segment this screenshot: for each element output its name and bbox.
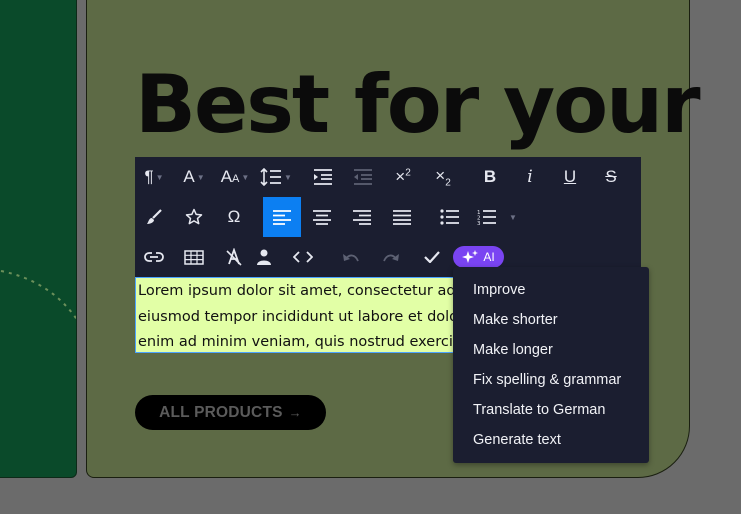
arrow-right-icon: → xyxy=(288,405,302,420)
svg-text:3: 3 xyxy=(477,221,481,225)
dashed-curve-decoration xyxy=(0,270,76,320)
all-products-label: ALL PRODUCTS xyxy=(159,403,283,421)
underline-icon: U xyxy=(563,167,577,186)
insert-link-button[interactable] xyxy=(135,237,173,277)
clear-formatting-icon xyxy=(226,248,242,266)
star-icon xyxy=(185,208,203,225)
menu-item-fix-spelling[interactable]: Fix spelling & grammar xyxy=(453,365,649,395)
font-size-icon: AA xyxy=(220,167,240,186)
special-characters-button[interactable]: Ω xyxy=(215,197,253,237)
align-right-icon xyxy=(353,209,371,225)
outdent-button[interactable] xyxy=(343,157,383,197)
underline-button[interactable]: U xyxy=(551,157,589,197)
align-center-button[interactable] xyxy=(303,197,341,237)
strikethrough-button[interactable]: S xyxy=(591,157,631,197)
redo-icon xyxy=(383,254,399,262)
superscript-icon: ×2 xyxy=(395,167,411,186)
link-icon xyxy=(144,252,164,262)
check-button[interactable] xyxy=(413,237,451,277)
align-center-icon xyxy=(313,209,331,225)
superscript-button[interactable]: ×2 xyxy=(383,157,423,197)
menu-item-make-shorter[interactable]: Make shorter xyxy=(453,305,649,335)
align-left-button[interactable] xyxy=(263,197,301,237)
check-icon xyxy=(424,251,440,263)
undo-button[interactable] xyxy=(331,237,371,277)
hero-title[interactable]: Best for your xyxy=(135,58,701,151)
pilcrow-icon: ¶ xyxy=(144,167,154,186)
justify-button[interactable] xyxy=(383,197,421,237)
editor-line-3: enim ad minim veniam, quis nostrud exerc… xyxy=(138,334,464,350)
paint-brush-button[interactable] xyxy=(135,197,173,237)
font-family-icon: A xyxy=(183,167,195,186)
menu-item-translate-german[interactable]: Translate to German xyxy=(453,395,649,425)
redo-button[interactable] xyxy=(371,237,411,277)
menu-item-make-longer[interactable]: Make longer xyxy=(453,335,649,365)
ai-assistant-button[interactable]: AI xyxy=(453,246,504,268)
rich-text-toolbar: ¶ ▼ A ▼ AA ▼ ▼ ×2 ×2 B i U S Ω 1 2 3 ▼ xyxy=(135,157,641,277)
italic-button[interactable]: i xyxy=(511,157,549,197)
code-icon xyxy=(293,251,313,263)
all-products-button[interactable]: ALL PRODUCTS → xyxy=(135,395,326,430)
green-product-card xyxy=(0,0,77,478)
paragraph-format-button[interactable]: ¶ ▼ xyxy=(135,157,173,197)
subscript-icon: ×2 xyxy=(435,165,451,189)
strikethrough-icon: S xyxy=(605,167,617,186)
align-left-icon xyxy=(273,209,291,225)
sparkles-icon xyxy=(462,250,479,263)
star-button[interactable] xyxy=(175,197,213,237)
bold-button[interactable]: B xyxy=(471,157,509,197)
menu-item-generate-text[interactable]: Generate text xyxy=(453,425,649,455)
table-icon xyxy=(184,249,204,265)
user-icon xyxy=(257,249,271,265)
omega-icon: Ω xyxy=(227,207,241,226)
font-family-button[interactable]: A ▼ xyxy=(175,157,213,197)
subscript-button[interactable]: ×2 xyxy=(423,157,463,197)
ai-button-label: AI xyxy=(483,250,495,264)
editor-line-1: Lorem ipsum dolor sit amet, consectetur … xyxy=(138,283,464,299)
insert-table-button[interactable] xyxy=(175,237,213,277)
align-right-button[interactable] xyxy=(343,197,381,237)
bold-icon: B xyxy=(483,167,497,186)
undo-icon xyxy=(343,254,359,262)
editor-line-2: eiusmod tempor incididunt ut labore et d… xyxy=(138,308,464,325)
ordered-list-button[interactable]: 1 2 3 ▼ xyxy=(471,197,523,237)
outdent-icon xyxy=(354,169,372,185)
paint-brush-icon xyxy=(147,209,162,224)
insert-user-button[interactable] xyxy=(245,237,283,277)
unordered-list-icon xyxy=(440,209,459,225)
line-height-icon xyxy=(260,168,282,186)
menu-item-improve[interactable]: Improve xyxy=(453,275,649,305)
italic-icon: i xyxy=(527,167,533,187)
justify-icon xyxy=(393,209,411,225)
indent-button[interactable] xyxy=(303,157,343,197)
rich-text-editor[interactable]: Lorem ipsum dolor sit amet, consectetur … xyxy=(135,277,465,353)
ai-actions-menu: Improve Make shorter Make longer Fix spe… xyxy=(453,267,649,463)
code-view-button[interactable] xyxy=(283,237,323,277)
indent-icon xyxy=(314,169,332,185)
ordered-list-icon: 1 2 3 xyxy=(477,210,497,225)
font-size-button[interactable]: AA ▼ xyxy=(215,157,255,197)
unordered-list-button[interactable] xyxy=(431,197,469,237)
line-height-button[interactable]: ▼ xyxy=(257,157,295,197)
